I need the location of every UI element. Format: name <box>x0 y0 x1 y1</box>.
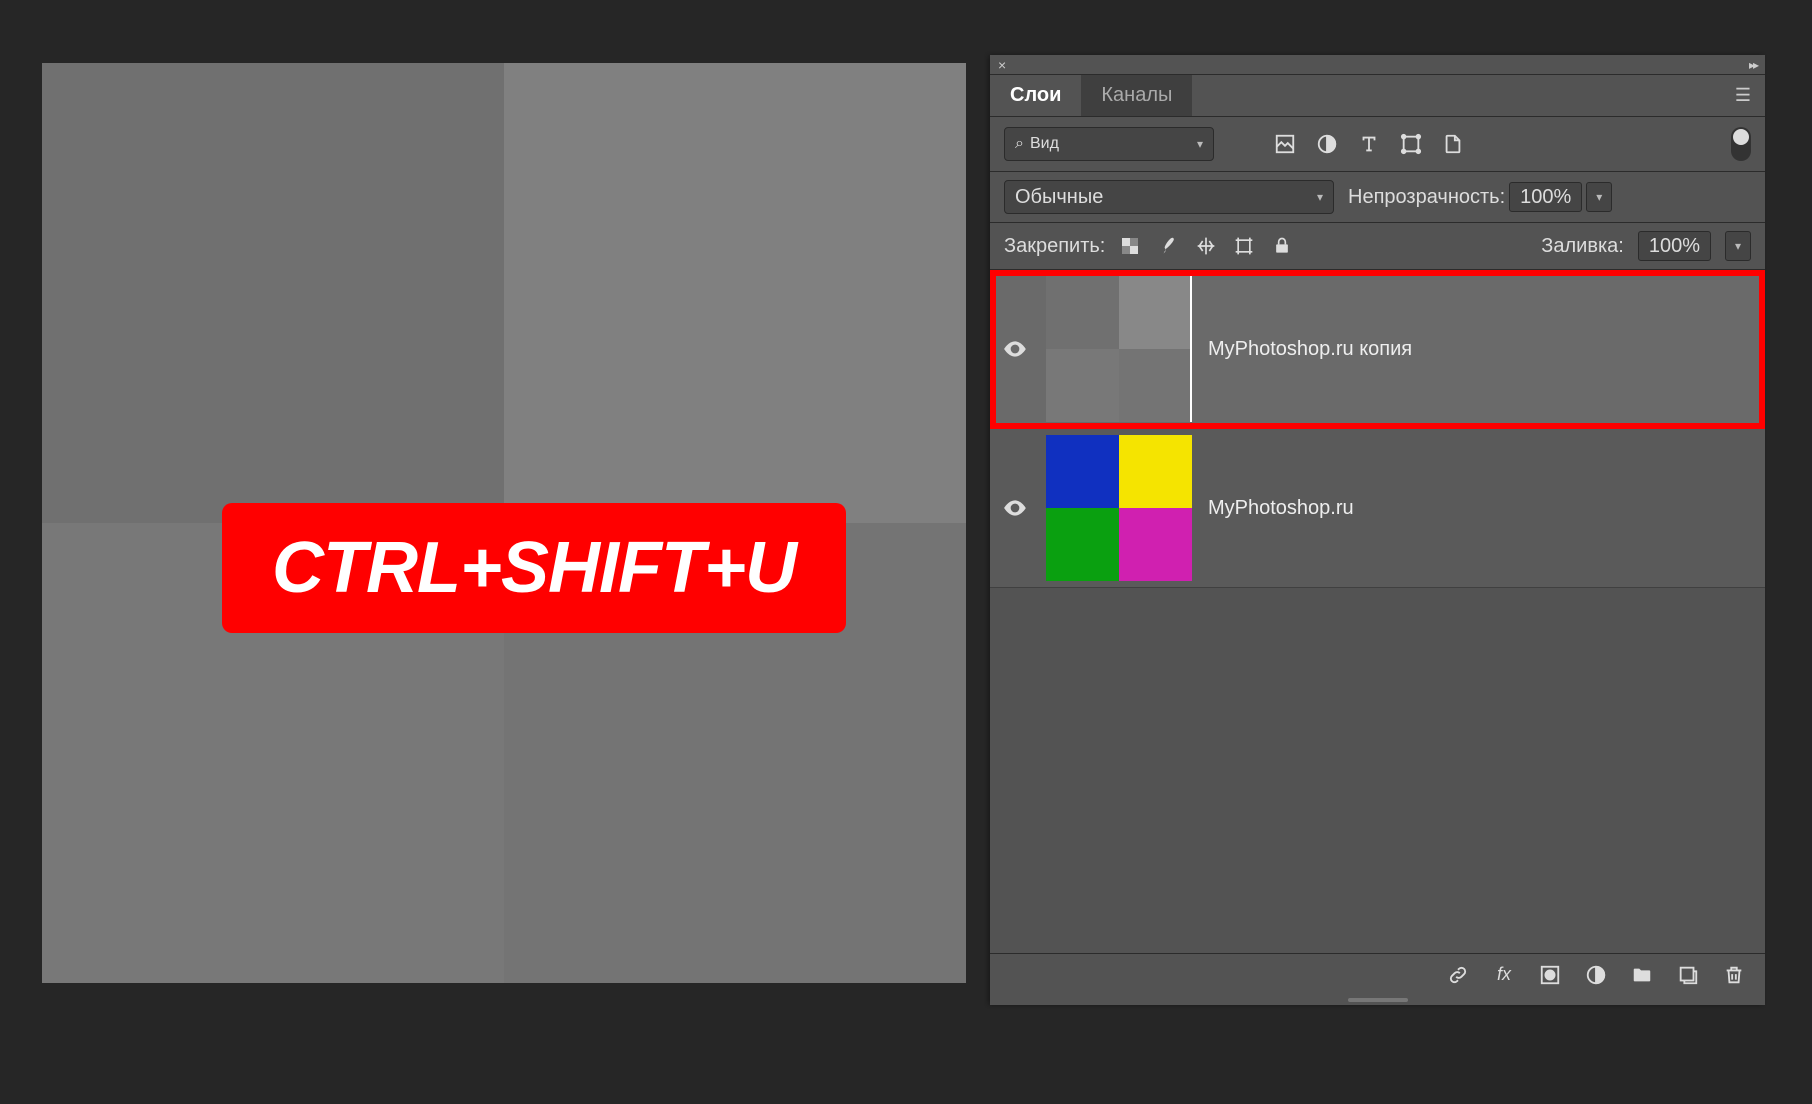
filter-row: ⌕ Вид ▾ <box>990 117 1765 172</box>
fill-value[interactable]: 100% <box>1638 231 1711 261</box>
filter-kind-label: Вид <box>1030 135 1059 153</box>
trash-icon[interactable] <box>1723 964 1745 986</box>
tab-layers[interactable]: Слои <box>990 75 1081 116</box>
layer-mask-icon[interactable] <box>1539 964 1561 986</box>
lock-row: Закрепить: Заливка: 100% ▾ <box>990 223 1765 270</box>
opacity-label: Непрозрачность: <box>1348 186 1505 209</box>
layer-row[interactable]: MyPhotoshop.ru копия <box>990 270 1765 429</box>
layer-thumbnail[interactable] <box>1046 276 1192 422</box>
adjustment-layer-icon[interactable] <box>1585 964 1607 986</box>
tab-channels[interactable]: Каналы <box>1081 75 1192 116</box>
chevron-down-icon: ▾ <box>1197 137 1203 151</box>
panel-topbar: × ▸▸ <box>990 55 1765 75</box>
lock-position-icon[interactable] <box>1195 235 1217 257</box>
group-icon[interactable] <box>1631 964 1653 986</box>
blend-mode-label: Обычные <box>1015 186 1103 209</box>
filter-icons <box>1274 133 1464 155</box>
filter-pixel-icon[interactable] <box>1274 133 1296 155</box>
layer-fx-icon[interactable]: fx <box>1493 964 1515 986</box>
panel-tabs: Слои Каналы ☰ <box>990 75 1765 117</box>
layers-panel: × ▸▸ Слои Каналы ☰ ⌕ Вид ▾ Обычные ▾ Неп… <box>990 55 1765 1005</box>
new-layer-icon[interactable] <box>1677 964 1699 986</box>
opacity-chevron[interactable]: ▾ <box>1586 182 1612 212</box>
fill-label: Заливка: <box>1541 235 1624 258</box>
lock-transparency-icon[interactable] <box>1119 235 1141 257</box>
lock-paint-icon[interactable] <box>1157 235 1179 257</box>
visibility-icon[interactable] <box>1000 495 1030 521</box>
search-icon: ⌕ <box>1015 135 1024 153</box>
blend-mode-dropdown[interactable]: Обычные ▾ <box>1004 180 1334 214</box>
layer-thumbnail[interactable] <box>1046 435 1192 581</box>
filter-adjust-icon[interactable] <box>1316 133 1338 155</box>
filter-smart-icon[interactable] <box>1442 133 1464 155</box>
collapse-icon[interactable]: ▸▸ <box>1749 58 1757 72</box>
canvas-quad-tr <box>504 63 966 523</box>
shortcut-badge: CTRL+SHIFT+U <box>222 503 846 633</box>
filter-toggle[interactable] <box>1731 127 1751 161</box>
canvas-quad-tl <box>42 63 504 523</box>
opacity-value[interactable]: 100% <box>1509 182 1582 212</box>
layer-row[interactable]: MyPhotoshop.ru <box>990 429 1765 588</box>
panel-menu-icon[interactable]: ☰ <box>1735 85 1751 106</box>
layers-list: MyPhotoshop.ru копия MyPhotoshop.ru <box>990 270 1765 953</box>
blend-row: Обычные ▾ Непрозрачность: 100% ▾ <box>990 172 1765 223</box>
layer-name[interactable]: MyPhotoshop.ru <box>1208 497 1354 520</box>
chevron-down-icon: ▾ <box>1317 190 1323 204</box>
lock-artboard-icon[interactable] <box>1233 235 1255 257</box>
filter-kind-dropdown[interactable]: ⌕ Вид ▾ <box>1004 127 1214 161</box>
lock-icons <box>1119 235 1293 257</box>
close-icon[interactable]: × <box>998 57 1006 73</box>
link-layers-icon[interactable] <box>1447 964 1469 986</box>
panel-resize-handle[interactable] <box>990 995 1765 1005</box>
filter-shape-icon[interactable] <box>1400 133 1422 155</box>
visibility-icon[interactable] <box>1000 336 1030 362</box>
canvas[interactable]: CTRL+SHIFT+U <box>42 63 966 983</box>
filter-type-icon[interactable] <box>1358 133 1380 155</box>
lock-label: Закрепить: <box>1004 235 1105 258</box>
panel-bottom-bar: fx <box>990 953 1765 995</box>
lock-all-icon[interactable] <box>1271 235 1293 257</box>
fill-chevron[interactable]: ▾ <box>1725 231 1751 261</box>
layer-name[interactable]: MyPhotoshop.ru копия <box>1208 338 1412 361</box>
